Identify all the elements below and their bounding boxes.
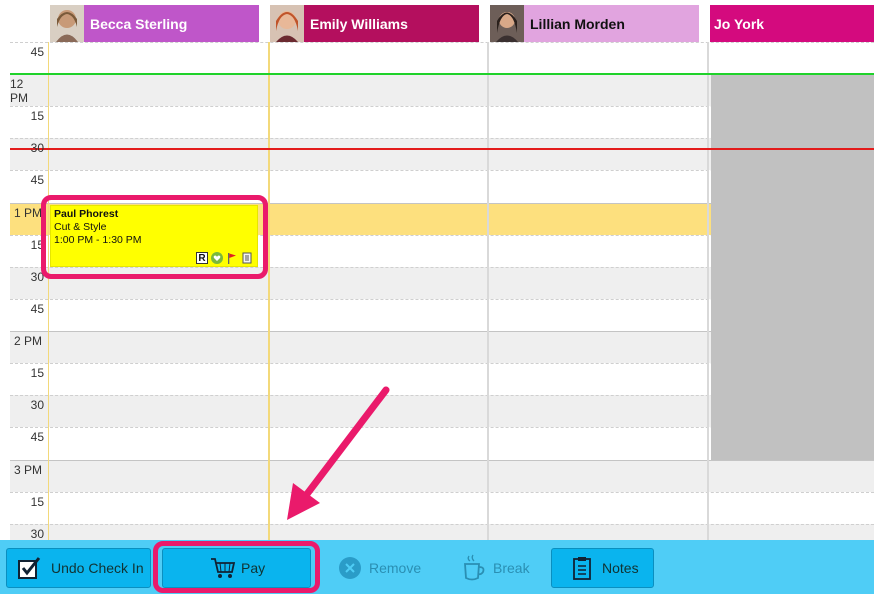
time-label: 15 (30, 366, 44, 380)
undo-check-in-label: Undo Check In (51, 560, 144, 576)
time-slot[interactable] (10, 524, 874, 540)
column-divider (48, 42, 49, 540)
staff-header-emily-williams[interactable]: Emily Williams (270, 5, 479, 42)
time-label: 30 (30, 141, 44, 155)
repeat-badge: R (196, 252, 208, 264)
current-time-line (10, 148, 874, 150)
staff-avatar (50, 5, 84, 42)
clipboard-icon (568, 554, 596, 582)
appointment-icons: R (196, 252, 253, 264)
checkbox-check-icon (15, 554, 43, 582)
time-label: 45 (30, 430, 44, 444)
opening-time-line (10, 73, 874, 75)
column-divider (268, 42, 270, 540)
staff-avatar (490, 5, 524, 42)
staff-avatar (270, 5, 304, 42)
undo-check-in-button[interactable]: Undo Check In (6, 548, 151, 588)
cart-icon (209, 554, 237, 582)
time-slot[interactable] (10, 42, 874, 74)
coffee-cup-icon (460, 554, 488, 582)
notes-button[interactable]: Notes (551, 548, 654, 588)
staff-name: Becca Sterling (90, 15, 188, 32)
notes-label: Notes (602, 560, 639, 576)
unavailable-block (711, 74, 874, 460)
time-label: 45 (30, 173, 44, 187)
remove-button[interactable]: Remove (336, 548, 436, 588)
time-slot[interactable] (10, 460, 874, 492)
time-label: 12 PM (10, 77, 28, 105)
pay-button[interactable]: Pay (162, 548, 311, 588)
time-label: 30 (30, 527, 44, 540)
appointment-service: Cut & Style (54, 221, 107, 233)
break-label: Break (493, 560, 530, 576)
heart-icon (211, 252, 223, 264)
time-label: 45 (30, 45, 44, 59)
time-label: 3 PM (14, 463, 43, 477)
time-label: 1 PM (14, 206, 43, 220)
bottom-toolbar: Undo Check In Pay Remove Break Notes (0, 540, 874, 594)
column-divider (707, 42, 709, 540)
flag-icon (226, 252, 238, 264)
time-label: 15 (30, 495, 44, 509)
remove-x-icon (336, 554, 364, 582)
staff-name: Jo York (714, 15, 765, 32)
calendar-grid[interactable]: 45 12 PM 15 30 45 1 PM 15 30 45 2 PM 15 … (0, 42, 874, 540)
remove-label: Remove (369, 560, 422, 576)
staff-header-becca-sterling[interactable]: Becca Sterling (50, 5, 259, 42)
time-label: 15 (30, 109, 44, 123)
staff-header-jo-york[interactable]: Jo York (710, 5, 874, 42)
time-label: 15 (30, 238, 44, 252)
appointment-client: Paul Phorest (54, 208, 119, 220)
appointment-card[interactable]: Paul Phorest Cut & Style 1:00 PM - 1:30 … (50, 205, 258, 267)
staff-name: Emily Williams (310, 15, 408, 32)
time-label: 2 PM (14, 334, 43, 348)
column-divider (487, 42, 489, 540)
break-button[interactable]: Break (460, 548, 550, 588)
pay-label: Pay (241, 560, 266, 576)
time-slot[interactable] (10, 492, 874, 524)
time-label: 30 (30, 398, 44, 412)
staff-header-lillian-morden[interactable]: Lillian Morden (490, 5, 699, 42)
time-label: 30 (30, 270, 44, 284)
notes-icon (241, 252, 253, 264)
time-label: 45 (30, 302, 44, 316)
staff-name: Lillian Morden (530, 15, 625, 32)
appointment-time: 1:00 PM - 1:30 PM (54, 234, 142, 246)
